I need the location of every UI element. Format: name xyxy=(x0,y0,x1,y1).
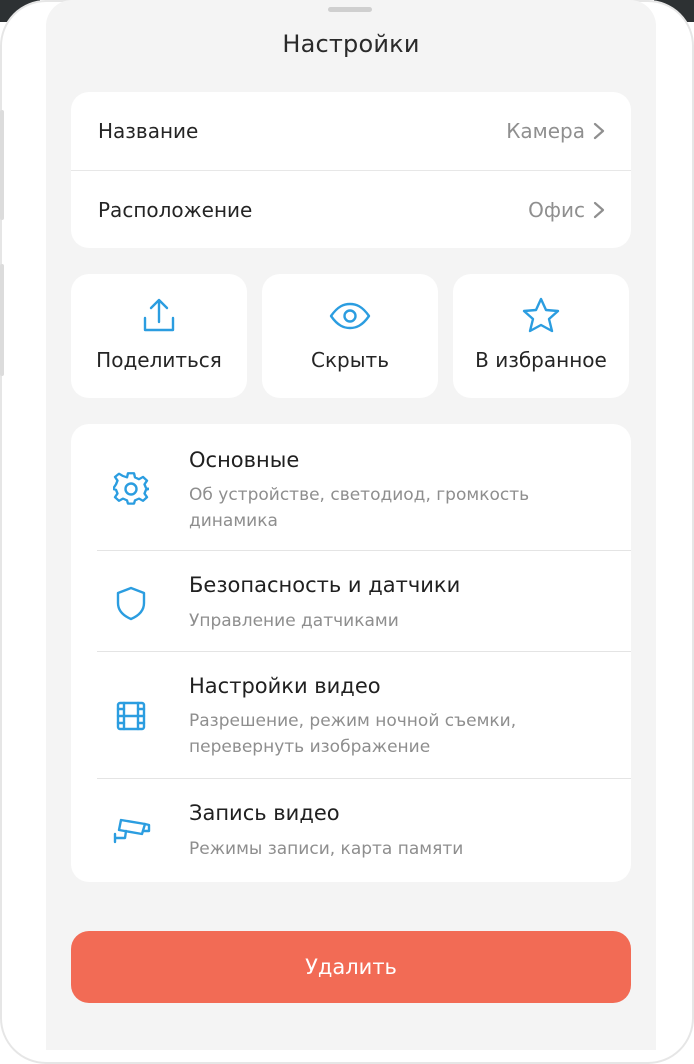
favorite-button[interactable]: В избранное xyxy=(453,274,629,398)
side-button xyxy=(0,264,4,376)
delete-button[interactable]: Удалить xyxy=(71,931,631,1003)
general-subtitle-line: динамика xyxy=(189,511,278,531)
page-title: Настройки xyxy=(282,30,420,58)
security-camera-icon xyxy=(113,818,151,844)
security-subtitle: Управление датчиками xyxy=(189,611,399,631)
general-subtitle-line: Об устройстве, светодиод, громкость xyxy=(189,485,530,505)
video-recording-title: Запись видео xyxy=(189,801,340,825)
star-icon xyxy=(522,297,560,333)
properties-card: Название Камера Расположение Офис xyxy=(71,92,631,248)
shield-icon xyxy=(116,586,146,621)
location-row[interactable]: Расположение Офис xyxy=(71,170,631,248)
favorite-label: В избранное xyxy=(475,348,607,372)
share-label: Поделиться xyxy=(96,348,222,372)
general-subtitle: Об устройстве, светодиод, громкость дина… xyxy=(189,482,609,534)
hide-label: Скрыть xyxy=(311,348,389,372)
sheet-grabber[interactable] xyxy=(328,7,372,12)
video-settings-title: Настройки видео xyxy=(189,674,381,698)
video-settings-subtitle-line: Разрешение, режим ночной съемки, xyxy=(189,711,517,731)
security-title: Безопасность и датчики xyxy=(189,573,461,597)
name-row[interactable]: Название Камера xyxy=(71,92,631,170)
location-label: Расположение xyxy=(98,197,253,222)
chevron-right-icon xyxy=(593,201,605,218)
eye-icon xyxy=(329,302,371,330)
location-value: Офис xyxy=(528,197,585,222)
video-recording-subtitle: Режимы записи, карта памяти xyxy=(189,839,464,859)
menu-item-general[interactable]: Основные Об устройстве, светодиод, громк… xyxy=(71,424,631,550)
share-button[interactable]: Поделиться xyxy=(71,274,247,398)
device-frame: Настройки Название Камера Расположение О… xyxy=(0,0,694,1064)
name-value: Камера xyxy=(506,119,585,143)
video-settings-subtitle: Разрешение, режим ночной съемки, перевер… xyxy=(189,708,609,760)
film-icon xyxy=(116,701,146,731)
settings-menu-card: Основные Об устройстве, светодиод, громк… xyxy=(71,424,631,882)
side-button xyxy=(0,110,4,220)
name-label: Название xyxy=(98,119,199,143)
settings-sheet: Настройки Название Камера Расположение О… xyxy=(46,0,656,1050)
share-icon xyxy=(143,298,175,332)
menu-item-video-settings[interactable]: Настройки видео Разрешение, режим ночной… xyxy=(71,652,631,778)
chevron-right-icon xyxy=(593,122,605,140)
menu-item-video-recording[interactable]: Запись видео Режимы записи, карта памяти xyxy=(71,779,631,882)
gear-icon xyxy=(113,472,149,505)
video-settings-subtitle-line: перевернуть изображение xyxy=(189,737,431,757)
general-title: Основные xyxy=(189,448,300,472)
menu-item-security[interactable]: Безопасность и датчики Управление датчик… xyxy=(71,551,631,651)
hide-button[interactable]: Скрыть xyxy=(262,274,438,398)
